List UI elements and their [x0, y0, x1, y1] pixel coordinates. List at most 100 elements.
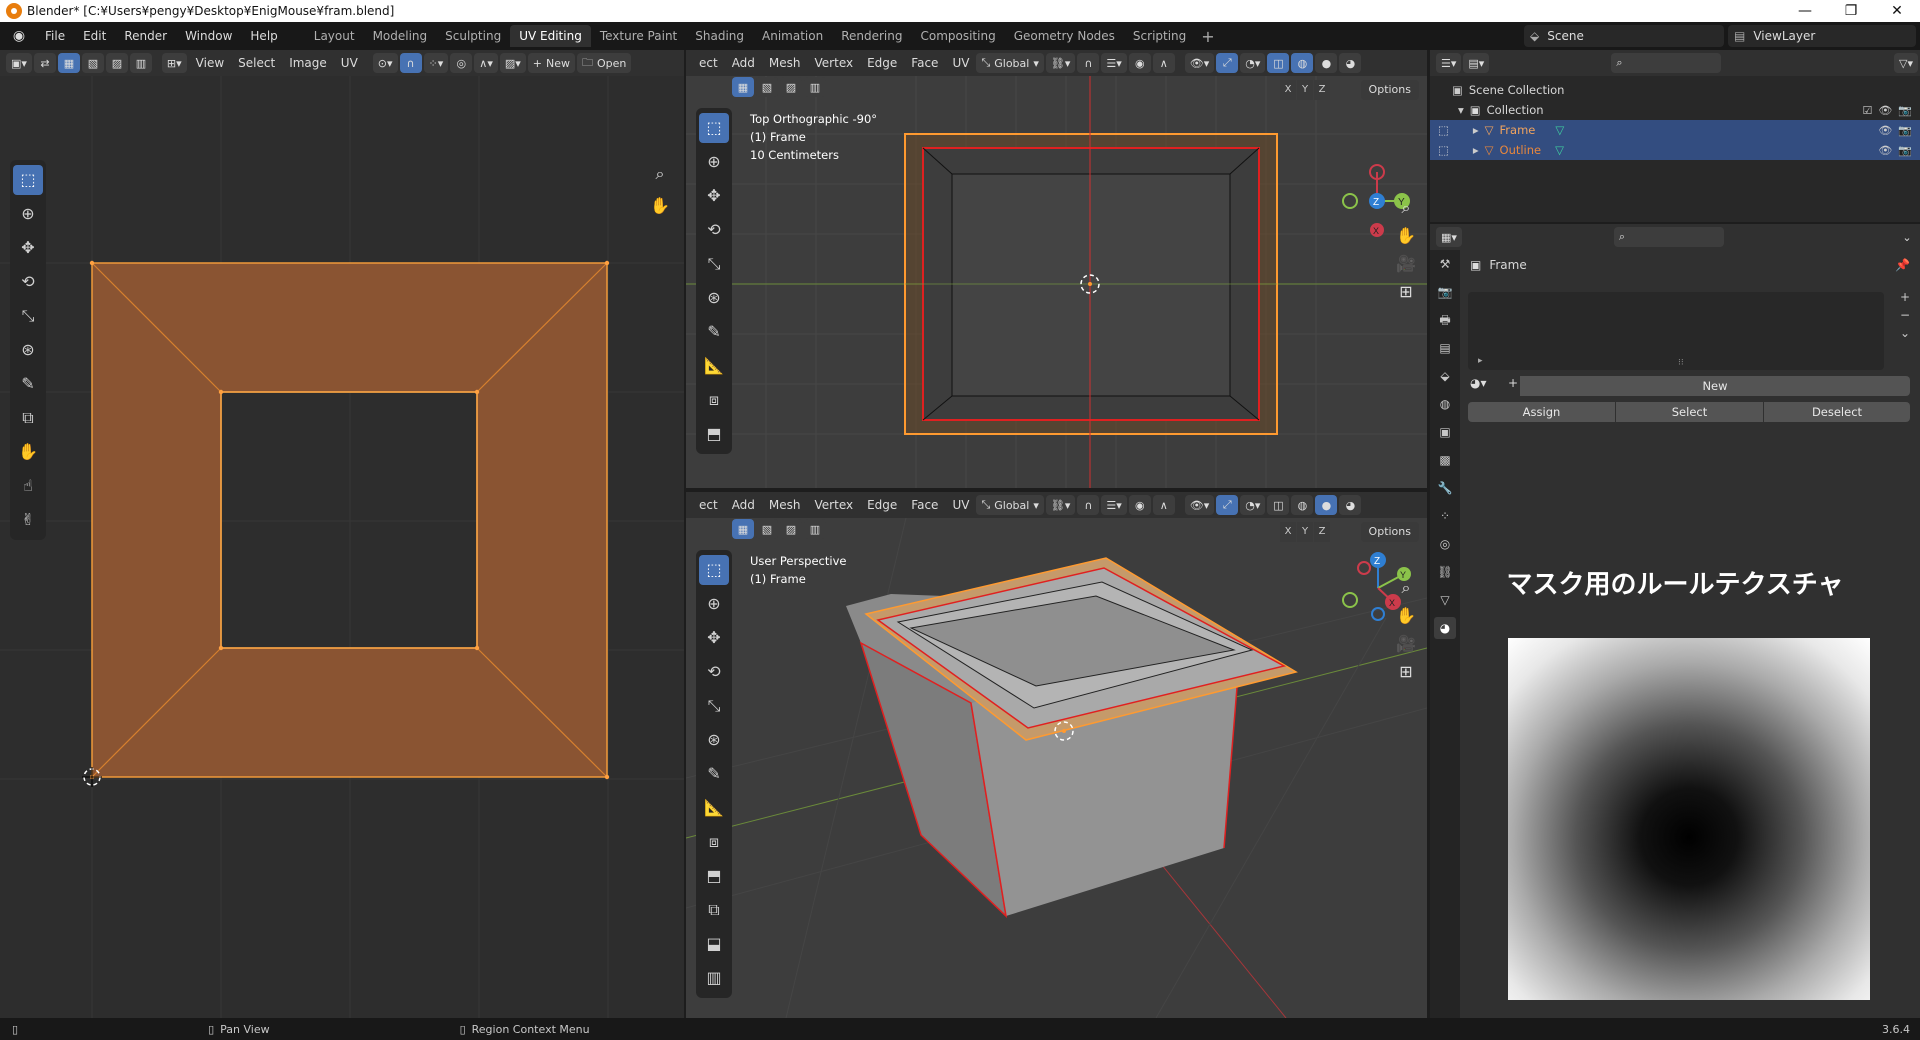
vp-persp-bevel-tool-icon[interactable]: ⬓ — [699, 929, 729, 959]
falloff-icon[interactable]: ∧▾ — [474, 53, 498, 73]
uv-snap-icon[interactable]: ∩ — [399, 53, 422, 73]
collection-eye-icon[interactable]: 👁 — [1878, 104, 1892, 117]
vp-top-select-tool-icon[interactable]: ⬚ — [699, 113, 729, 143]
vp-persp-cursor-tool-icon[interactable]: ⊕ — [699, 589, 729, 619]
uv-open-image-button[interactable]: 🗀 Open — [577, 53, 632, 73]
scene-selector[interactable]: ⬙ Scene — [1524, 25, 1724, 47]
tab-uv-editing[interactable]: UV Editing — [510, 25, 591, 47]
add-workspace-button[interactable]: + — [1195, 27, 1220, 46]
menu-help[interactable]: Help — [241, 22, 286, 50]
vp-top-xray-icon[interactable]: ◫ — [1267, 53, 1290, 73]
vp-persp-material-shading-icon[interactable]: ◕ — [1339, 495, 1362, 515]
physics-tab-icon[interactable]: ◎ — [1434, 533, 1456, 555]
properties-editor-type-icon[interactable]: ▦▾ — [1436, 227, 1462, 247]
edit-mode-icon[interactable]: ⬚ — [1438, 123, 1449, 137]
vp-persp-axis-y[interactable]: Y — [1297, 522, 1313, 542]
viewport-persp-canvas[interactable]: Z Y X — [686, 518, 1427, 1018]
vp-persp-add-cube-tool-icon[interactable]: ⧈ — [699, 827, 729, 857]
outliner-item-outline[interactable]: ⬚ ▸ ▽ Outline ▽ 👁 📷 — [1430, 140, 1920, 160]
outliner-item-frame[interactable]: ⬚ ▸ ▽ Frame ▽ 👁 📷 — [1430, 120, 1920, 140]
uv-grid-svg[interactable] — [0, 76, 684, 1018]
outline-eye-icon[interactable]: 👁 — [1878, 144, 1892, 157]
edge-select-mode-icon[interactable]: ▧ — [81, 53, 104, 73]
vp-persp-menu-add[interactable]: Add — [725, 498, 762, 512]
vp-top-cursor-tool-icon[interactable]: ⊕ — [699, 147, 729, 177]
properties-search-field[interactable]: ⌕ — [1613, 227, 1724, 247]
vp-top-proportional-icon[interactable]: ◉ — [1128, 53, 1151, 73]
vp-top-material-shading-icon[interactable]: ◕ — [1339, 53, 1362, 73]
collection-tab-icon[interactable]: ▣ — [1434, 421, 1456, 443]
snap-target-icon[interactable]: ⁘▾ — [423, 53, 449, 73]
vp-top-axis-y[interactable]: Y — [1297, 80, 1313, 100]
vp-top-pivot-icon[interactable]: ⛓▾ — [1045, 53, 1076, 73]
vp-persp-visibility-icon[interactable]: 👁▾ — [1184, 495, 1215, 515]
outliner-filter-icon[interactable]: ▽▾ — [1894, 53, 1918, 73]
vp-persp-ortho-toggle-icon[interactable]: ⊞ — [1392, 662, 1420, 681]
vp-persp-proportional-icon[interactable]: ◉ — [1128, 495, 1151, 515]
outliner-display-mode-icon[interactable]: ▤▾ — [1463, 53, 1490, 73]
slot-expand-icon[interactable]: ▸ — [1478, 356, 1483, 366]
vp-top-move-tool-icon[interactable]: ✥ — [699, 181, 729, 211]
frame-camera-icon[interactable]: 📷 — [1898, 124, 1912, 137]
vp-top-menu-vertex[interactable]: Vertex — [808, 56, 861, 70]
tab-sculpting[interactable]: Sculpting — [436, 25, 510, 47]
vp-top-transform-tool-icon[interactable]: ⊛ — [699, 283, 729, 313]
vp-persp-snap-target-icon[interactable]: ☰▾ — [1101, 495, 1127, 515]
view-layer-tab-icon[interactable]: ▤ — [1434, 337, 1456, 359]
vp-top-gizmo-icon[interactable]: ⤢ — [1216, 53, 1239, 73]
uv-menu-view[interactable]: View — [189, 56, 231, 70]
vp-persp-menu-face[interactable]: Face — [904, 498, 945, 512]
vp-persp-select-subtract-icon[interactable]: ▨ — [780, 519, 802, 539]
vp-persp-solid-shading-icon[interactable]: ● — [1315, 495, 1338, 515]
vp-persp-pivot-icon[interactable]: ⛓▾ — [1045, 495, 1076, 515]
tab-texture-paint[interactable]: Texture Paint — [591, 25, 686, 47]
zoom-icon[interactable]: ⌕ — [646, 164, 674, 184]
remove-slot-button[interactable]: − — [1900, 308, 1910, 322]
menu-edit[interactable]: Edit — [74, 22, 115, 50]
close-button[interactable]: ✕ — [1874, 0, 1920, 22]
annotate-tool-icon[interactable]: ✎ — [13, 369, 43, 399]
outliner-scene-collection[interactable]: ▣ Scene Collection — [1430, 80, 1920, 100]
frame-eye-icon[interactable]: 👁 — [1878, 124, 1892, 137]
vp-top-measure-tool-icon[interactable]: 📐 — [699, 351, 729, 381]
deselect-button[interactable]: Deselect — [1764, 402, 1910, 422]
pivot-icon[interactable]: ⊙▾ — [372, 53, 398, 73]
tab-geometry-nodes[interactable]: Geometry Nodes — [1005, 25, 1124, 47]
vp-persp-select-tool-icon[interactable]: ⬚ — [699, 555, 729, 585]
world-tab-icon[interactable]: ◍ — [1434, 393, 1456, 415]
viewport-perspective[interactable]: ect Add Mesh Vertex Edge Face UV ⤡ Globa… — [686, 492, 1427, 1018]
pan-hand-icon[interactable]: ✋ — [646, 196, 674, 215]
vp-top-menu-mesh[interactable]: Mesh — [762, 56, 808, 70]
editor-type-icon[interactable]: ▣▾ — [6, 53, 32, 73]
tab-animation[interactable]: Animation — [753, 25, 832, 47]
vp-persp-camera-icon[interactable]: 🎥 — [1392, 634, 1420, 653]
material-slot-list[interactable]: ▸ ⁝⁝ — [1468, 292, 1884, 370]
slot-resize-handle[interactable]: ⁝⁝ — [1678, 358, 1684, 368]
vp-top-solid-shading-icon[interactable]: ● — [1315, 53, 1338, 73]
vp-persp-annotate-tool-icon[interactable]: ✎ — [699, 759, 729, 789]
viewport-top-ortho[interactable]: ect Add Mesh Vertex Edge Face UV ⤡ Globa… — [686, 50, 1427, 488]
vp-top-menu-select[interactable]: ect — [692, 56, 725, 70]
vp-persp-scale-tool-icon[interactable]: ⤡ — [699, 691, 729, 721]
expand-frame-icon[interactable]: ▸ — [1473, 123, 1479, 137]
vp-persp-snap-icon[interactable]: ∩ — [1077, 495, 1100, 515]
vp-persp-menu-uv[interactable]: UV — [945, 498, 976, 512]
uv-new-image-button[interactable]: + New — [527, 53, 575, 73]
scale-tool-icon[interactable]: ⤡ — [13, 301, 43, 331]
scene-tab-icon[interactable]: ⬙ — [1434, 365, 1456, 387]
vp-persp-gizmo-icon[interactable]: ⤢ — [1216, 495, 1239, 515]
grab-tool-icon[interactable]: ✋ — [13, 437, 43, 467]
island-select-mode-icon[interactable]: ▥ — [129, 53, 152, 73]
vp-top-select-invert-icon[interactable]: ▥ — [804, 77, 826, 97]
vp-persp-orientation-dropdown[interactable]: ⤡ Global ▾ — [976, 495, 1044, 515]
render-tab-icon[interactable]: 📷 — [1434, 281, 1456, 303]
assign-button[interactable]: Assign — [1468, 402, 1615, 422]
uv-menu-image[interactable]: Image — [282, 56, 334, 70]
edit-mode-icon-2[interactable]: ⬚ — [1438, 143, 1449, 157]
collection-camera-icon[interactable]: 📷 — [1898, 104, 1912, 117]
vp-persp-transform-tool-icon[interactable]: ⊛ — [699, 725, 729, 755]
vp-persp-wireframe-shading-icon[interactable]: ◍ — [1291, 495, 1314, 515]
vp-top-pan-icon[interactable]: ✋ — [1392, 226, 1420, 245]
collection-expand-icon[interactable]: ▾ — [1458, 103, 1464, 117]
sync-selection-icon[interactable]: ⇄ — [33, 53, 56, 73]
